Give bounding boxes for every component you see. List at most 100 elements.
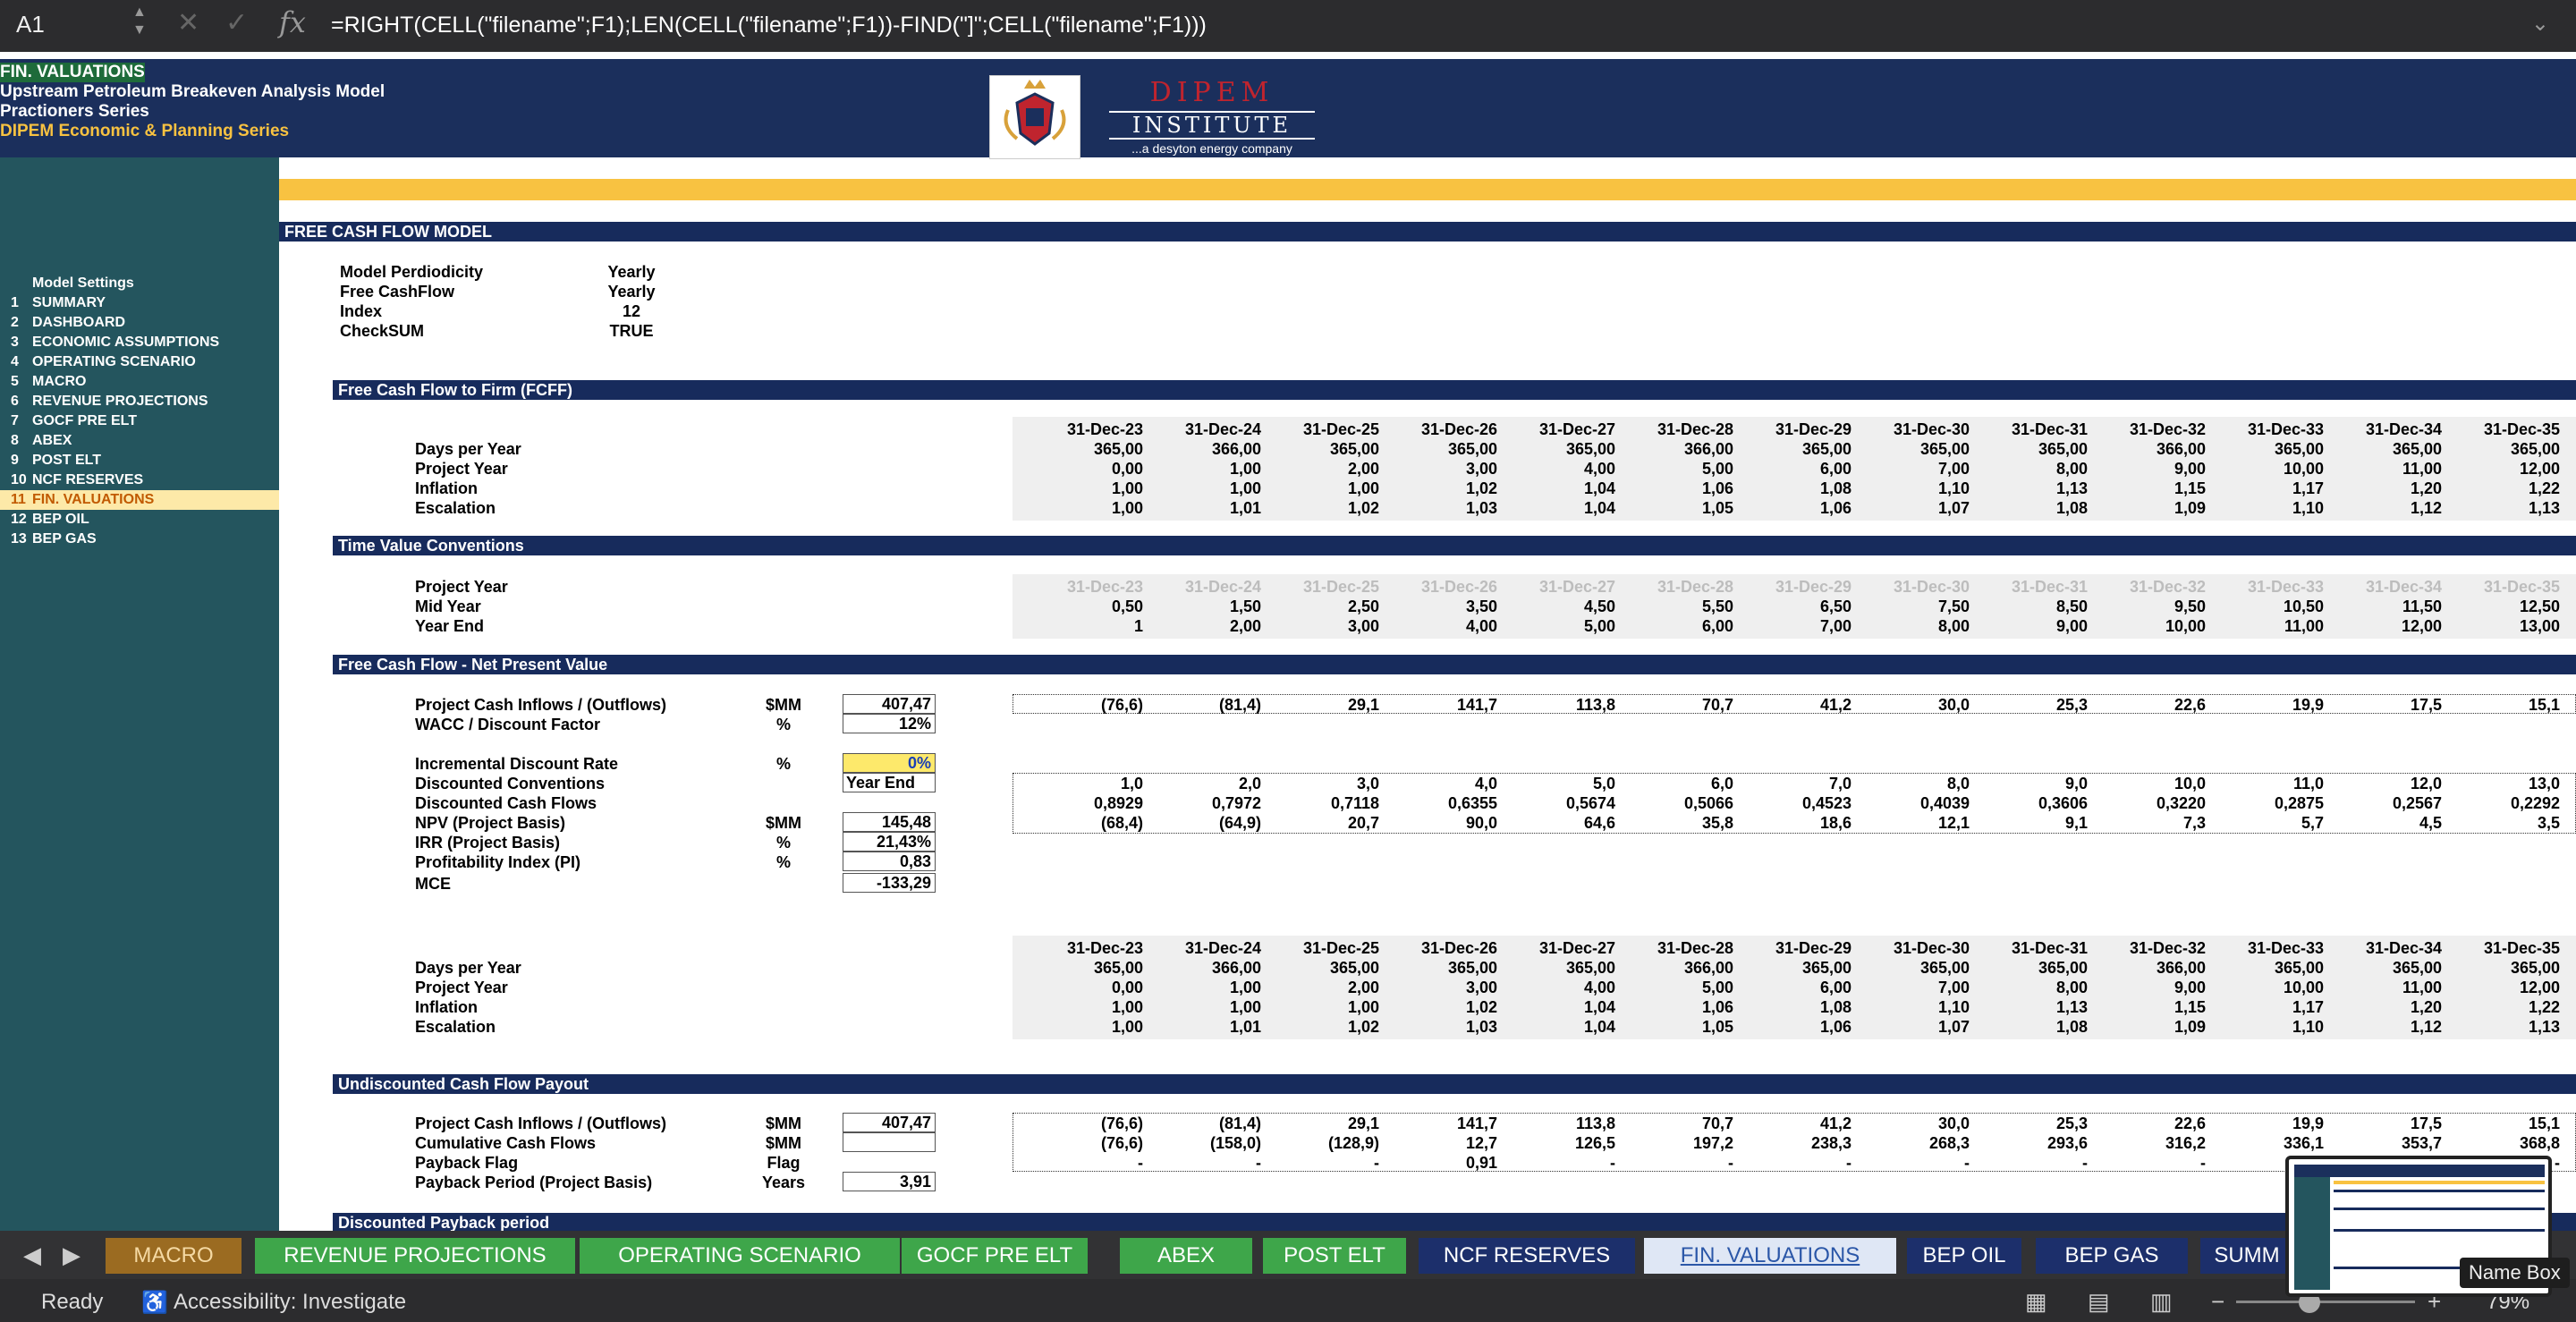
npv-row-unit: $MM: [766, 814, 801, 832]
insert-function-icon[interactable]: fx: [279, 5, 306, 39]
npv-cell: 5,7: [2301, 814, 2324, 832]
sidebar-item-label: SUMMARY: [32, 295, 106, 310]
accessibility-icon[interactable]: ♿: [141, 1290, 168, 1316]
tab-macro[interactable]: MACRO: [106, 1238, 242, 1274]
section-fcff: Free Cash Flow to Firm (FCFF): [333, 380, 2576, 400]
payout-cell: 15,1: [2528, 1114, 2560, 1132]
npv-cell: 22,6: [2174, 696, 2206, 714]
cancel-icon[interactable]: ✕: [177, 7, 199, 38]
fcff2-cell: 365,00: [1447, 959, 1497, 977]
sidebar-item-operating-scenario[interactable]: 4 OPERATING SCENARIO: [0, 352, 279, 372]
payout-row-label: Project Cash Inflows / (Outflows): [415, 1114, 667, 1132]
normal-view-icon[interactable]: ▦: [2025, 1288, 2047, 1316]
fcff-cell: 365,00: [1329, 440, 1379, 458]
fcff2-row-label: Escalation: [415, 1018, 496, 1036]
tab-gocf-pre-elt[interactable]: GOCF PRE ELT: [902, 1238, 1088, 1274]
accessibility-status[interactable]: Accessibility: Investigate: [174, 1290, 406, 1315]
npv-cell: 70,7: [1701, 696, 1733, 714]
payout-cell: 293,6: [2046, 1134, 2088, 1152]
fcff-cell: 1,08: [2055, 499, 2088, 517]
payout-cell: -: [1610, 1154, 1615, 1172]
npv-cell: 6,0: [1710, 775, 1733, 792]
tab-operating-scenario[interactable]: OPERATING SCENARIO: [580, 1238, 900, 1274]
tvc-cell: 31-Dec-34: [2365, 578, 2442, 596]
worksheet[interactable]: FIN. VALUATIONS Upstream Petroleum Break…: [0, 52, 2576, 1231]
fcff-cell: 1,06: [1819, 499, 1852, 517]
name-box-tooltip: Name Box: [2460, 1258, 2570, 1288]
npv-summary-value[interactable]: Year End: [843, 773, 936, 792]
sidebar-item-bep-gas[interactable]: 13 BEP GAS: [0, 530, 279, 549]
tab-ncf-reserves[interactable]: NCF RESERVES: [1419, 1238, 1635, 1274]
page-break-icon[interactable]: ▥: [2150, 1288, 2173, 1316]
payout-cell: -: [2200, 1154, 2206, 1172]
page-layout-icon[interactable]: ▤: [2088, 1288, 2110, 1316]
confirm-icon[interactable]: ✓: [225, 7, 248, 38]
name-box[interactable]: A1: [16, 11, 150, 41]
sidebar-item-fin-valuations[interactable]: 11 FIN. VALUATIONS: [0, 490, 279, 510]
fcff-cell: 1,06: [1701, 479, 1733, 497]
sidebar-item-ncf-reserves[interactable]: 10 NCF RESERVES: [0, 470, 279, 490]
fcff2-cell: 10,00: [2283, 979, 2324, 996]
fcff2-cell: 1,13: [2528, 1018, 2560, 1036]
fcff2-cell: 365,00: [1801, 959, 1852, 977]
sidebar-item-revenue-projections[interactable]: 6 REVENUE PROJECTIONS: [0, 392, 279, 411]
fcff2-cell: 1,00: [1347, 998, 1379, 1016]
fcff2-cell: 366,00: [1211, 959, 1261, 977]
tab-scroll-left-icon[interactable]: ◀: [23, 1241, 41, 1269]
tab-scroll-right-icon[interactable]: ▶: [63, 1241, 80, 1269]
npv-cell: 7,3: [2182, 814, 2206, 832]
sidebar-item-macro[interactable]: 5 MACRO: [0, 372, 279, 392]
tab-abex[interactable]: ABEX: [1120, 1238, 1252, 1274]
fcff2-date-header: 31-Dec-24: [1184, 939, 1261, 957]
sidebar-item-gocf-pre-elt[interactable]: 7 GOCF PRE ELT: [0, 411, 279, 431]
fcff-cell: 365,00: [1919, 440, 1970, 458]
payout-row-unit: $MM: [766, 1134, 801, 1152]
fcff2-cell: 1,00: [1229, 979, 1261, 996]
tvc-cell: 31-Dec-29: [1775, 578, 1852, 596]
npv-cell: 0,5674: [1565, 794, 1615, 812]
section-discounted-payback: Discounted Payback period: [333, 1213, 2576, 1231]
sidebar-item-label: BEP OIL: [32, 512, 89, 527]
fcff2-cell: 2,00: [1347, 979, 1379, 996]
npv-summary-value[interactable]: 0%: [843, 753, 936, 773]
zoom-out-icon[interactable]: −: [2211, 1288, 2224, 1316]
sidebar-item-dashboard[interactable]: 2 DASHBOARD: [0, 313, 279, 333]
fcff-cell: 8,00: [2055, 460, 2088, 478]
fcff2-cell: 1,10: [1937, 998, 1970, 1016]
expand-formula-icon[interactable]: ⌄: [2531, 11, 2549, 37]
payout-cell: -: [2082, 1154, 2088, 1172]
npv-cell: 30,0: [1937, 696, 1970, 714]
banner-title[interactable]: FIN. VALUATIONS: [0, 63, 145, 82]
tab-post-elt[interactable]: POST ELT: [1263, 1238, 1406, 1274]
sheet-tab-bar: ◀ ▶ MACRO REVENUE PROJECTIONS OPERATING SC…: [0, 1231, 2576, 1279]
sidebar-item-abex[interactable]: 8 ABEX: [0, 431, 279, 451]
fcff2-cell: 1,08: [2055, 1018, 2088, 1036]
tab-fin-valuations[interactable]: FIN. VALUATIONS: [1644, 1238, 1896, 1274]
name-box-stepper-icon[interactable]: ▲ ▼: [132, 4, 147, 39]
fcff2-cell: 1,13: [2055, 998, 2088, 1016]
fcff2-cell: 1,17: [2292, 998, 2324, 1016]
tab-revenue-projections[interactable]: REVENUE PROJECTIONS: [255, 1238, 575, 1274]
tvc-cell: 0,50: [1111, 597, 1143, 615]
payout-cell: (158,0): [1209, 1134, 1261, 1152]
tab-summ[interactable]: SUMM: [2200, 1238, 2293, 1274]
tab-bep-gas[interactable]: BEP GAS: [2036, 1238, 2188, 1274]
fcff-cell: 1,13: [2528, 499, 2560, 517]
npv-summary-value: 21,43%: [843, 832, 936, 852]
sidebar-item-number: 9: [11, 453, 19, 468]
tvc-cell: 31-Dec-25: [1302, 578, 1379, 596]
formula-input[interactable]: =RIGHT(CELL("filename";F1);LEN(CELL("fil…: [331, 13, 1207, 38]
payout-cell: 368,8: [2519, 1134, 2560, 1152]
sidebar-item-summary[interactable]: 1 SUMMARY: [0, 293, 279, 313]
sidebar-item-post-elt[interactable]: 9 POST ELT: [0, 451, 279, 470]
tab-bep-oil[interactable]: BEP OIL: [1907, 1238, 2021, 1274]
payout-cell: 17,5: [2410, 1114, 2442, 1132]
fcff-cell: 10,00: [2283, 460, 2324, 478]
sidebar-item-economic-assumptions[interactable]: 3 ECONOMIC ASSUMPTIONS: [0, 333, 279, 352]
tvc-cell: 6,00: [1701, 617, 1733, 635]
fcff-cell: 7,00: [1937, 460, 1970, 478]
sidebar-item-bep-oil[interactable]: 12 BEP OIL: [0, 510, 279, 530]
fcff-cell: 1,00: [1229, 460, 1261, 478]
fcff2-cell: 7,00: [1937, 979, 1970, 996]
zoom-slider[interactable]: [2236, 1301, 2415, 1303]
